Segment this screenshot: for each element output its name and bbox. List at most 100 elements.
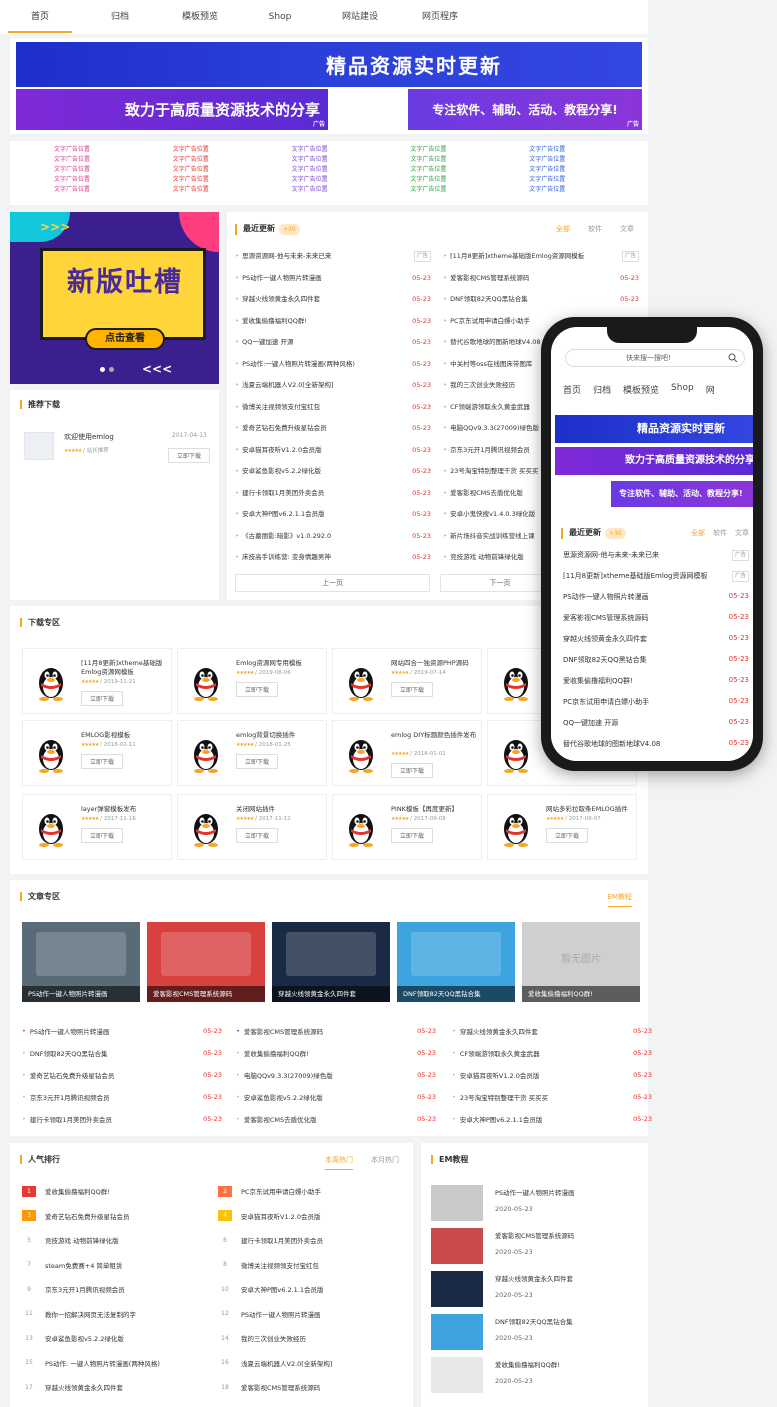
download-title[interactable]: Emlog资源网专用模板 [236, 659, 324, 668]
download-button[interactable]: 立即下载 [81, 691, 124, 706]
ranking-item[interactable]: 8 微博关注视频领支付宝红包 [218, 1259, 319, 1271]
tab-all[interactable]: 全部 [556, 224, 570, 234]
ranking-item[interactable]: 11 教你一招解决网页无法复制的字 [22, 1308, 136, 1320]
nav-templates[interactable]: 模板预览 [623, 383, 659, 405]
article-thumbnail[interactable]: DNF领取82天QQ黑钻合集 [397, 922, 515, 1002]
article-list-item[interactable]: • CF领端游领取永久黄金武器 05-23 [452, 1048, 652, 1058]
phone-list-item[interactable]: 思源资源网-他与未来-未来已来 广告 [563, 550, 749, 561]
download-button[interactable]: 立即下载 [236, 828, 279, 843]
download-title[interactable]: emlog DIY标题颜色插件发布 [391, 731, 479, 740]
search-icon[interactable] [728, 353, 738, 363]
download-title[interactable]: 网站多彩拉取条EMLOG插件 [546, 805, 634, 814]
download-card[interactable]: 关闭网站插件 ★★★★★ / 2017-11-12 立即下载 [177, 794, 327, 860]
list-item[interactable]: 微博关注视频领支付宝红包 05-23 [235, 397, 431, 419]
tab-articles[interactable]: 文章 [620, 224, 634, 234]
article-list-item[interactable]: • 23号淘宝特别整理干货 买买买 05-23 [452, 1092, 652, 1102]
promo-banner[interactable]: >>> 新版吐槽 点击查看 <<< [10, 212, 219, 384]
list-item[interactable]: 爱客影视CMS管理系统源码 05-23 [443, 268, 639, 290]
list-item[interactable]: 床技高手训练营: 变身情趣男神 05-23 [235, 547, 431, 569]
ranking-item[interactable]: 3 爱奇艺钻石免费升级星钻会员 [22, 1210, 130, 1222]
text-ad-link[interactable]: 文字广告位置 [173, 155, 292, 165]
carousel-dots[interactable] [100, 367, 114, 372]
download-button[interactable]: 立即下载 [391, 763, 434, 778]
list-item[interactable]: 安卓大神P图v6.2.1.1会员版 05-23 [235, 504, 431, 526]
article-list-item[interactable]: • 安卓大神P图v6.2.1.1会员版 05-23 [452, 1114, 652, 1124]
phone-list-item[interactable]: QQ一键加速 开源 05-23 [563, 718, 749, 728]
text-ad-link[interactable]: 文字广告位置 [529, 175, 648, 185]
download-button[interactable]: 立即下载 [236, 682, 279, 697]
text-ad-link[interactable]: 文字广告位置 [292, 155, 411, 165]
ranking-item[interactable]: 18 爱客影视CMS管理系统源码 [218, 1381, 320, 1393]
ranking-item[interactable]: 1 爱收集偷撸福利QQ群! [22, 1185, 110, 1197]
article-list-item[interactable]: • 爱客影视CMS管理系统源码 05-23 [236, 1026, 436, 1036]
tab-all[interactable]: 全部 [691, 528, 705, 538]
article-list-item[interactable]: • 建行卡领取1月美团外卖会员 05-23 [22, 1114, 222, 1124]
article-list-item[interactable]: • 电脑QQv9.3.3(27009)绿色版 05-23 [236, 1070, 436, 1080]
nav-site-build[interactable]: 网站建设 [320, 0, 400, 34]
phone-list-item[interactable]: PS动作一键人物照片转漫画 05-23 [563, 592, 749, 602]
article-list-item[interactable]: • 京东3元开1月腾讯视频会员 05-23 [22, 1092, 222, 1102]
nav-home[interactable]: 首页 [563, 383, 581, 405]
download-button[interactable]: 立即下载 [236, 754, 279, 769]
ranking-item[interactable]: 10 安卓大神P图v6.2.1.1会员版 [218, 1283, 323, 1295]
nav-web-programs[interactable]: 网页程序 [400, 0, 480, 34]
list-item[interactable]: QQ一键加速 开源 05-23 [235, 332, 431, 354]
list-item[interactable]: [11月8更新]xtheme基础版Emlog资源网模板 广告 [443, 246, 639, 268]
list-item[interactable]: DNF领取82天QQ黑钻合集 05-23 [443, 289, 639, 311]
prev-page-button[interactable]: 上一页 [235, 574, 430, 592]
nav-more[interactable]: 网 [706, 383, 715, 405]
ranking-item[interactable]: 7 steam免费赛+4 简单租赁 [22, 1259, 122, 1271]
list-item[interactable]: 爱奇艺钻石免费升级星钻会员 05-23 [235, 418, 431, 440]
ranking-item[interactable]: 17 穿越火线领黄金永久四件套 [22, 1381, 123, 1393]
ranking-item[interactable]: 16 浅夏云端机器人V2.0[全新架构] [218, 1357, 332, 1369]
download-button[interactable]: 立即下载 [81, 828, 124, 843]
download-card[interactable]: [11月8更新]xtheme基础版Emlog资源网模板 ★★★★★ / 2019-… [22, 648, 172, 714]
article-thumbnail[interactable]: 暂无图片 爱收集偷撸福利QQ群! [522, 922, 640, 1002]
article-list-item[interactable]: • PS动作一键人物照片转漫画 05-23 [22, 1026, 222, 1036]
text-ad-link[interactable]: 文字广告位置 [410, 175, 529, 185]
download-title[interactable]: 关闭网站插件 [236, 805, 324, 814]
recommend-item[interactable]: 欢迎使用emlog ★★★★★ / 站长推荐 2017-04-13 立即下载 [20, 430, 210, 464]
ranking-item[interactable]: 14 我的三次创业失败经历 [218, 1332, 306, 1344]
list-item[interactable]: 穿越火线领黄金永久四件套 05-23 [235, 289, 431, 311]
article-list-item[interactable]: • 爱奇艺钻石免费升级星钻会员 05-23 [22, 1070, 222, 1080]
ranking-item[interactable]: 9 京东3元开1月腾讯视频会员 [22, 1283, 125, 1295]
phone-list-item[interactable]: 爱客影视CMS管理系统源码 05-23 [563, 613, 749, 623]
nav-shop[interactable]: Shop [240, 0, 320, 34]
tab-software[interactable]: 软件 [588, 224, 602, 234]
list-item[interactable]: 爱收集偷撸福利QQ群! 05-23 [235, 311, 431, 333]
ranking-item[interactable]: 5 竞技游戏 动物前锋绿化版 [22, 1234, 119, 1246]
ranking-item[interactable]: 6 建行卡领取1月美团外卖会员 [218, 1234, 323, 1246]
download-title[interactable]: 网站四合一独资源PHP源码 [391, 659, 479, 668]
article-list-item[interactable]: • 爱客影视CMS去盾优化版 05-23 [236, 1114, 436, 1124]
phone-list-item[interactable]: 替代谷歌地球的图新地球V4.08 05-23 [563, 739, 749, 749]
text-ad-link[interactable]: 文字广告位置 [410, 185, 529, 195]
em-tutorial-item[interactable]: PS动作一键人物照片转漫画 2020-05-23 [431, 1185, 641, 1223]
list-item[interactable]: 浅夏云端机器人V2.0[全新架构] 05-23 [235, 375, 431, 397]
phone-list-item[interactable]: 爱收集偷撸福利QQ群! 05-23 [563, 676, 749, 686]
text-ad-link[interactable]: 文字广告位置 [292, 185, 411, 195]
promo-cta-button[interactable]: 点击查看 [85, 328, 165, 350]
article-list-item[interactable]: • 爱收集偷撸福利QQ群! 05-23 [236, 1048, 436, 1058]
list-item[interactable]: 思源资源网-他与未来-未来已来 广告 [235, 246, 431, 268]
download-card[interactable]: Emlog资源网专用模板 ★★★★★ / 2019-08-06 立即下载 [177, 648, 327, 714]
list-item[interactable]: 《古墓丽影:暗影》v1.0.292.0 05-23 [235, 526, 431, 548]
list-item[interactable]: 安卓鲨鱼影视v5.2.2绿化版 05-23 [235, 461, 431, 483]
ranking-item[interactable]: 4 安卓猫耳夜听V1.2.0会员版 [218, 1210, 321, 1222]
list-item[interactable]: PS动作:一键人物照片转漫画(两种风格) 05-23 [235, 354, 431, 376]
text-ad-link[interactable]: 文字广告位置 [173, 185, 292, 195]
article-list-item[interactable]: • 穿越火线领黄金永久四件套 05-23 [452, 1026, 652, 1036]
text-ad-link[interactable]: 文字广告位置 [173, 175, 292, 185]
text-ad-link[interactable]: 文字广告位置 [54, 175, 173, 185]
tab-articles[interactable]: 文章 [735, 528, 749, 538]
download-title[interactable]: layer弹窗模板发布 [81, 805, 169, 814]
search-input[interactable]: 快来搜一搜吧! [565, 349, 745, 367]
text-ad-link[interactable]: 文字广告位置 [410, 145, 529, 155]
nav-templates[interactable]: 模板预览 [160, 0, 240, 34]
download-title[interactable]: emlog背景切换插件 [236, 731, 324, 740]
phone-banner-main[interactable]: 精品资源实时更新 [555, 415, 753, 443]
article-list-item[interactable]: • DNF领取82天QQ黑钻合集 05-23 [22, 1048, 222, 1058]
text-ad-link[interactable]: 文字广告位置 [173, 145, 292, 155]
nav-archive[interactable]: 归档 [593, 383, 611, 405]
text-ad-link[interactable]: 文字广告位置 [529, 155, 648, 165]
